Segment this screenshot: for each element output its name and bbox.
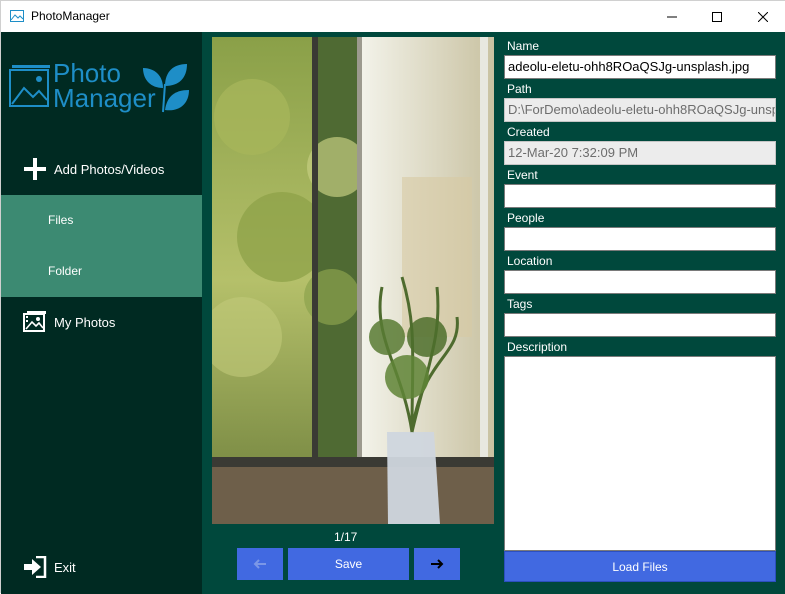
- window-plant-photo: [212, 37, 494, 524]
- tags-field[interactable]: [504, 313, 776, 337]
- path-label: Path: [507, 82, 532, 96]
- close-button[interactable]: [740, 1, 785, 32]
- sidebar: Photo Manager Add Photos/Videos Files Fo…: [1, 32, 202, 594]
- photo-frame-icon: [9, 65, 50, 107]
- submenu-item-folder[interactable]: Folder: [1, 246, 202, 297]
- people-field[interactable]: [504, 227, 776, 251]
- arrow-left-icon: [253, 559, 266, 569]
- title-bar: PhotoManager: [1, 1, 785, 32]
- event-label: Event: [507, 168, 538, 182]
- name-field[interactable]: adeolu-eletu-ohh8ROaQSJg-unsplash.jpg: [504, 55, 776, 79]
- add-photos-label: Add Photos/Videos: [54, 161, 165, 177]
- photo-counter: 1/17: [334, 530, 358, 544]
- maximize-button[interactable]: [694, 1, 740, 32]
- exit-button[interactable]: Exit: [1, 542, 202, 592]
- people-label: People: [507, 211, 545, 225]
- add-photos-videos-button[interactable]: Add Photos/Videos: [1, 144, 202, 194]
- maximize-icon: [712, 11, 722, 22]
- minimize-button[interactable]: [649, 1, 695, 32]
- event-field[interactable]: [504, 184, 776, 208]
- photo-preview: [212, 37, 494, 524]
- path-field[interactable]: D:\ForDemo\adeolu-eletu-ohh8ROaQSJg-unsp…: [504, 98, 776, 122]
- sign-out-icon: [24, 556, 47, 578]
- created-field[interactable]: 12-Mar-20 7:32:09 PM: [504, 141, 776, 165]
- tags-label: Tags: [507, 297, 533, 311]
- arrow-right-icon: [431, 559, 444, 569]
- exit-label: Exit: [54, 559, 76, 575]
- my-photos-label: My Photos: [54, 314, 116, 330]
- window-title: PhotoManager: [31, 9, 110, 23]
- previous-photo-button[interactable]: [237, 548, 283, 580]
- next-photo-button[interactable]: [414, 548, 460, 580]
- save-button[interactable]: Save: [288, 548, 409, 580]
- created-label: Created: [507, 125, 550, 139]
- files-label: Files: [48, 213, 74, 227]
- description-label: Description: [507, 340, 568, 354]
- load-files-button[interactable]: Load Files: [504, 551, 776, 582]
- add-submenu: Files Folder: [1, 195, 202, 297]
- description-textarea[interactable]: [504, 356, 776, 551]
- photo-manager-window: PhotoManager Photo Manager Add Photos/Vi…: [0, 0, 785, 594]
- app-picture-icon: [10, 10, 24, 22]
- main-content: 1/17 Save Name adeolu-eletu-ohh8ROaQSJg-…: [202, 32, 785, 594]
- minimize-icon: [667, 16, 677, 17]
- name-label: Name: [507, 39, 540, 53]
- location-field[interactable]: [504, 270, 776, 294]
- submenu-item-files[interactable]: Files: [1, 195, 202, 246]
- location-label: Location: [507, 254, 553, 268]
- plus-icon: [24, 158, 46, 180]
- my-photos-button[interactable]: My Photos: [1, 297, 202, 347]
- app-logo: Photo Manager: [9, 60, 193, 116]
- photos-gallery-icon: [23, 311, 46, 332]
- leaves-icon: [143, 64, 189, 113]
- folder-label: Folder: [48, 264, 83, 278]
- close-icon: [758, 11, 768, 22]
